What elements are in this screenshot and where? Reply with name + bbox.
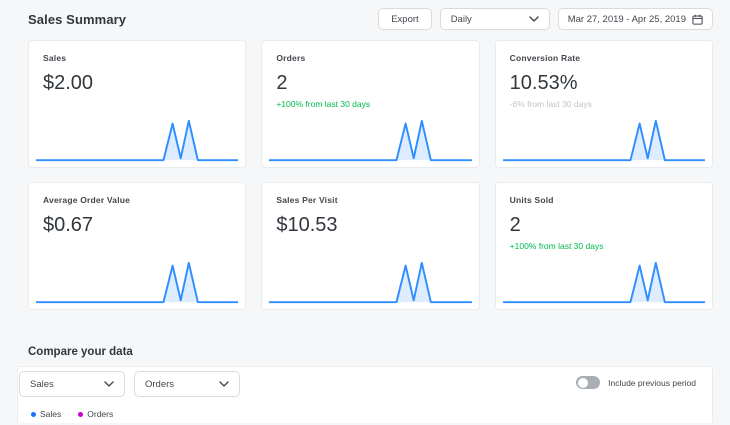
- sparkline-chart: [503, 258, 705, 306]
- metric-card: Average Order Value $0.67: [28, 182, 246, 310]
- compare-selects: Sales Orders: [19, 371, 240, 397]
- metric-label: Units Sold: [510, 195, 698, 205]
- metric-label: Orders: [276, 53, 464, 63]
- date-range-value: Mar 27, 2019 - Apr 25, 2019: [568, 14, 686, 25]
- compare-metric-a-dropdown[interactable]: Sales: [19, 371, 125, 397]
- export-button-label: Export: [391, 14, 418, 25]
- legend-item-sales: Sales: [31, 409, 61, 419]
- metric-label: Sales: [43, 53, 231, 63]
- legend-label: Sales: [40, 409, 61, 419]
- metric-delta: +100% from last 30 days: [510, 241, 698, 251]
- sparkline-chart: [269, 116, 471, 164]
- compare-metric-b-dropdown[interactable]: Orders: [134, 371, 240, 397]
- toggle-label: Include previous period: [608, 378, 696, 388]
- metric-label: Average Order Value: [43, 195, 231, 205]
- compare-controls-row: Sales Orders Include previous period: [19, 371, 698, 397]
- metric-value: 10.53%: [510, 72, 698, 95]
- metric-label: Conversion Rate: [510, 53, 698, 63]
- metric-delta: -6% from last 30 days: [510, 99, 698, 109]
- compare-metric-a-value: Sales: [30, 379, 54, 390]
- date-range-button[interactable]: Mar 27, 2019 - Apr 25, 2019: [558, 8, 713, 30]
- sparkline-chart: [269, 258, 471, 306]
- previous-period-toggle-wrap: Include previous period: [576, 376, 698, 389]
- chevron-down-icon: [529, 16, 539, 22]
- compare-heading: Compare your data: [28, 346, 730, 358]
- metric-card: Conversion Rate 10.53% -6% from last 30 …: [495, 40, 713, 168]
- period-dropdown-value: Daily: [451, 14, 472, 25]
- chevron-down-icon: [104, 381, 114, 387]
- page-title: Sales Summary: [28, 12, 126, 27]
- metric-card: Sales Per Visit $10.53: [261, 182, 479, 310]
- sparkline-chart: [36, 116, 238, 164]
- metrics-grid: Sales $2.00 Orders 2 +100% from last 30 …: [28, 40, 713, 310]
- export-button[interactable]: Export: [378, 8, 431, 30]
- sparkline-chart: [36, 258, 238, 306]
- legend-label: Orders: [87, 409, 113, 419]
- metric-value: $10.53: [276, 214, 464, 237]
- metric-card: Units Sold 2 +100% from last 30 days: [495, 182, 713, 310]
- metric-label: Sales Per Visit: [276, 195, 464, 205]
- compare-panel: Sales Orders Include previous period Sal…: [17, 366, 713, 423]
- metric-card: Orders 2 +100% from last 30 days: [261, 40, 479, 168]
- legend-dot: [78, 412, 83, 417]
- header-controls: Export Daily Mar 27, 2019 - Apr 25, 2019: [378, 8, 713, 30]
- page-header: Sales Summary Export Daily Mar 27, 2019 …: [0, 0, 730, 36]
- compare-legend: Sales Orders: [31, 409, 698, 419]
- include-previous-period-toggle[interactable]: [576, 376, 600, 389]
- chevron-down-icon: [219, 381, 229, 387]
- metric-value: $2.00: [43, 72, 231, 95]
- metric-value: 2: [510, 214, 698, 237]
- toggle-knob: [578, 378, 588, 388]
- metric-value: 2: [276, 72, 464, 95]
- period-dropdown[interactable]: Daily: [440, 8, 550, 30]
- metric-delta: +100% from last 30 days: [276, 99, 464, 109]
- sparkline-chart: [503, 116, 705, 164]
- metric-card: Sales $2.00: [28, 40, 246, 168]
- legend-item-orders: Orders: [78, 409, 113, 419]
- compare-metric-b-value: Orders: [145, 379, 174, 390]
- legend-dot: [31, 412, 36, 417]
- calendar-icon: [692, 14, 703, 25]
- metric-value: $0.67: [43, 214, 231, 237]
